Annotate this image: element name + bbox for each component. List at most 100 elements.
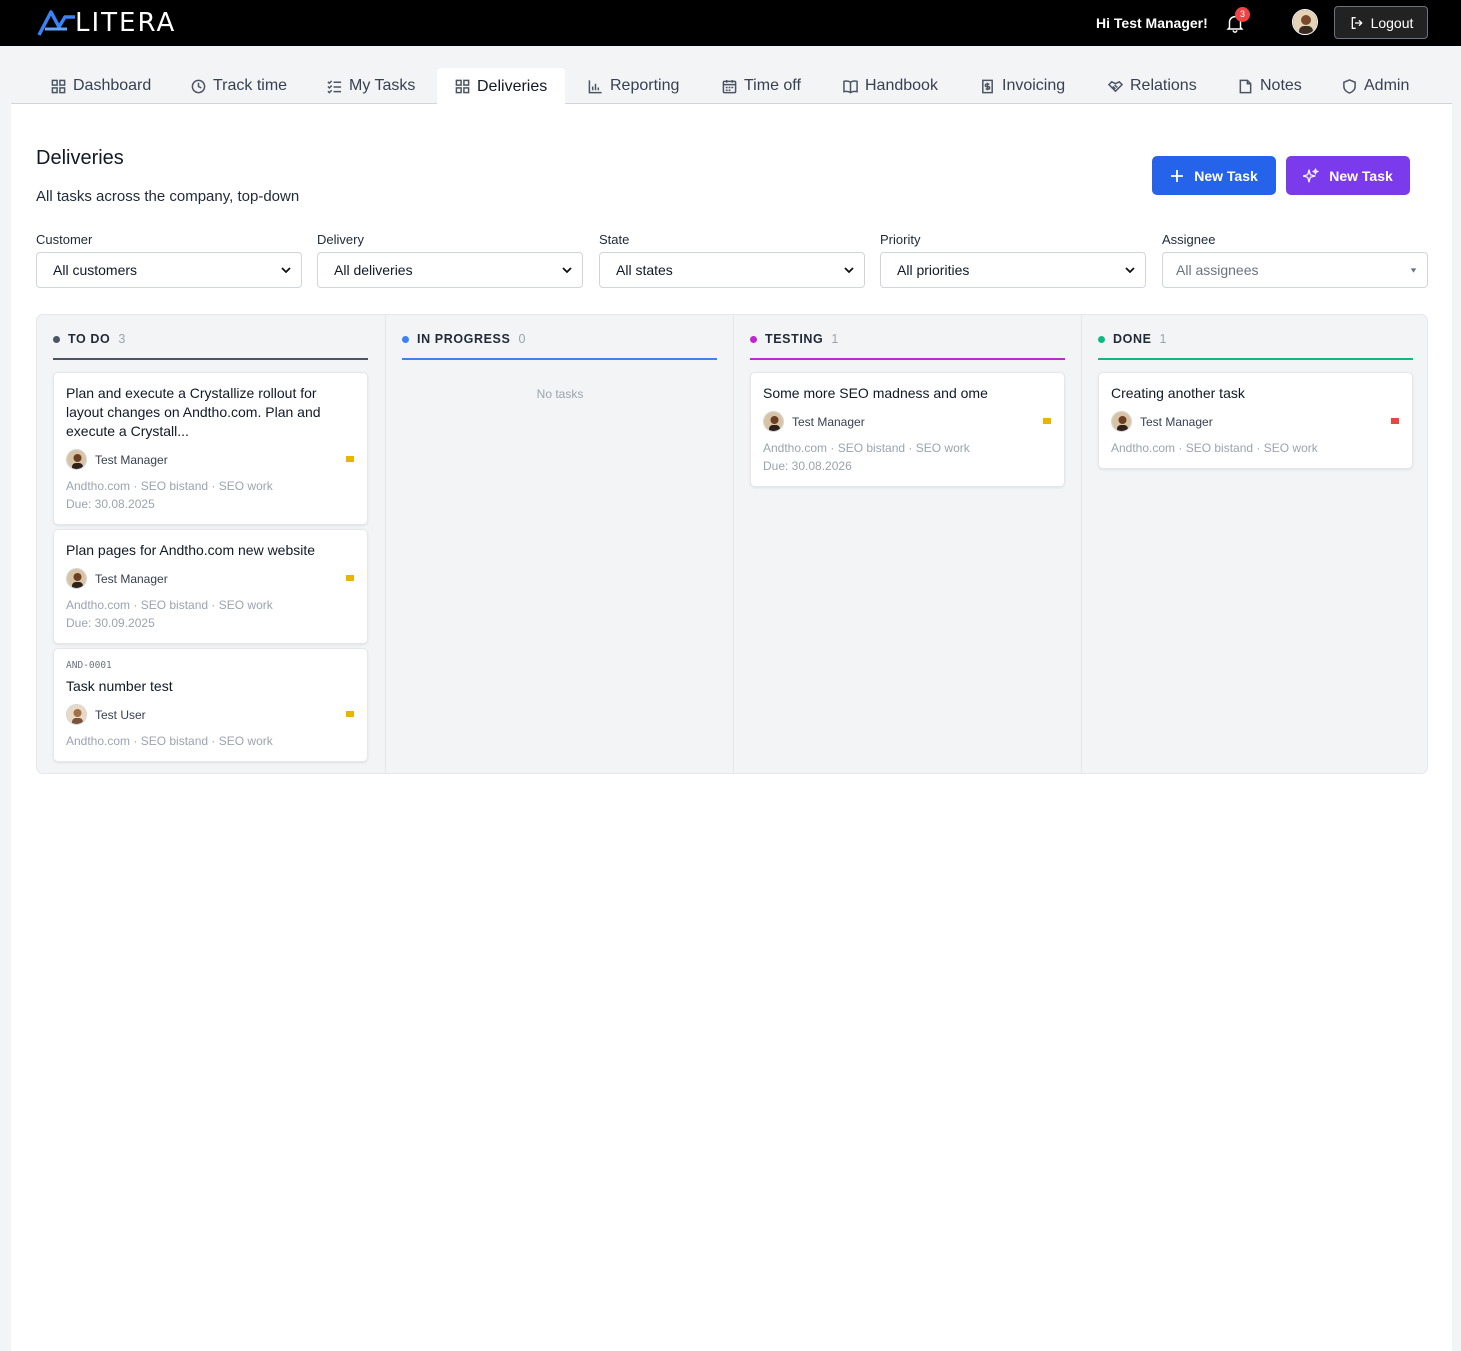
priority-select[interactable]: All priorities	[880, 252, 1146, 288]
task-card[interactable]: Creating another task Test Manager Andth…	[1098, 372, 1413, 469]
assignee: Test Manager	[66, 568, 168, 589]
main-panel: Deliveries All tasks across the company,…	[11, 104, 1452, 1351]
tab-label: Notes	[1260, 77, 1302, 94]
sparkles-icon	[1303, 167, 1319, 183]
column-title: DONE	[1113, 332, 1152, 346]
task-meta: Andtho.com · SEO bistand · SEO work Due:…	[763, 439, 1052, 475]
task-title: Some more SEO madness and ome	[763, 385, 988, 401]
task-path: Andtho.com · SEO bistand · SEO work	[66, 479, 273, 493]
assignee-name: Test User	[95, 707, 146, 722]
task-meta: Andtho.com · SEO bistand · SEO work Due:…	[66, 596, 355, 632]
assignee-name: Test Manager	[95, 571, 168, 586]
tab-handbook[interactable]: Handbook	[843, 68, 938, 104]
filter-label: State	[599, 232, 630, 247]
tab-dashboard[interactable]: Dashboard	[51, 68, 151, 104]
filter-label: Assignee	[1162, 232, 1216, 247]
delivery-filter: Delivery All deliveries	[317, 232, 583, 288]
state-select[interactable]: All states	[599, 252, 865, 288]
column-count: 3	[118, 332, 126, 346]
note-icon	[1239, 79, 1252, 93]
tab-relations[interactable]: Relations	[1108, 68, 1197, 104]
list-check-icon	[327, 79, 342, 94]
task-assignee-row: Test Manager	[763, 411, 1052, 432]
chevron-down-icon	[1125, 267, 1135, 274]
assignee: Test Manager	[763, 411, 865, 432]
page-subtitle: All tasks across the company, top-down	[36, 188, 300, 205]
filter-label: Delivery	[317, 232, 364, 247]
task-card[interactable]: Some more SEO madness and ome Test Manag…	[750, 372, 1065, 487]
assignee: Test Manager	[1111, 411, 1213, 432]
column-header: IN PROGRESS 0	[402, 332, 717, 360]
grid-icon	[51, 79, 66, 93]
task-title: Creating another task	[1111, 385, 1245, 401]
task-card[interactable]: Plan pages for Andtho.com new website Te…	[53, 529, 368, 644]
task-path: Andtho.com · SEO bistand · SEO work	[66, 734, 273, 748]
new-task-label: New Task	[1194, 167, 1258, 184]
logout-icon	[1351, 16, 1363, 29]
task-meta: Andtho.com · SEO bistand · SEO work	[66, 732, 355, 750]
tab-deliveries[interactable]: Deliveries	[437, 68, 565, 105]
tab-label: Admin	[1364, 77, 1410, 94]
priority-flag-icon	[346, 710, 354, 717]
logout-button[interactable]: Logout	[1334, 6, 1428, 39]
task-title: Plan and execute a Crystallize rollout f…	[66, 385, 321, 439]
assignee-name: Test Manager	[792, 414, 865, 429]
task-meta: Andtho.com · SEO bistand · SEO work Due:…	[66, 477, 355, 513]
select-placeholder: All assignees	[1176, 262, 1259, 278]
delivery-select[interactable]: All deliveries	[317, 252, 583, 288]
avatar	[66, 704, 87, 725]
assignee-filter: Assignee All assignees	[1162, 232, 1428, 288]
select-value: All deliveries	[334, 262, 413, 278]
task-card[interactable]: AND-0001 Task number test Test User Andt…	[53, 648, 368, 762]
tab-label: Invoicing	[1002, 77, 1066, 94]
logo-text: LITERA	[75, 8, 177, 38]
priority-flag-icon	[1391, 417, 1399, 424]
assignee-name: Test Manager	[1140, 414, 1213, 429]
task-card[interactable]: Plan and execute a Crystallize rollout f…	[53, 372, 368, 525]
task-assignee-row: Test Manager	[66, 449, 355, 470]
tab-label: Reporting	[610, 77, 680, 94]
top-bar: LITERA Hi Test Manager! 3 Logout	[0, 0, 1461, 46]
tab-invoicing[interactable]: Invoicing	[980, 68, 1065, 104]
chevron-down-icon	[844, 267, 854, 274]
avatar	[763, 411, 784, 432]
handshake-icon	[1108, 80, 1123, 92]
caret-down-icon	[1410, 267, 1417, 273]
app-logo[interactable]: LITERA	[37, 7, 176, 39]
task-code: AND-0001	[66, 660, 112, 671]
status-dot	[53, 336, 60, 343]
column-testing: TESTING 1 Some more SEO madness and ome …	[733, 315, 1081, 773]
task-assignee-row: Test User	[66, 704, 355, 725]
select-value: All states	[616, 262, 673, 278]
select-value: All customers	[53, 262, 138, 278]
tab-track-time[interactable]: Track time	[191, 68, 287, 104]
tab-label: Handbook	[865, 77, 938, 94]
column-header: TESTING 1	[750, 332, 1065, 360]
priority-flag-icon	[346, 455, 354, 462]
status-dot	[402, 336, 409, 343]
logout-label: Logout	[1370, 14, 1414, 31]
task-due-date: Due: 30.09.2025	[66, 616, 155, 630]
column-title: IN PROGRESS	[417, 332, 511, 346]
task-path: Andtho.com · SEO bistand · SEO work	[1111, 441, 1318, 455]
customer-select[interactable]: All customers	[36, 252, 302, 288]
tab-label: Time off	[744, 77, 801, 94]
task-path: Andtho.com · SEO bistand · SEO work	[763, 441, 970, 455]
tab-my-tasks[interactable]: My Tasks	[327, 68, 415, 104]
new-task-button[interactable]: New Task	[1152, 156, 1276, 195]
user-avatar[interactable]	[1292, 9, 1318, 35]
bar-chart-icon	[588, 79, 602, 93]
tab-notes[interactable]: Notes	[1238, 68, 1302, 104]
assignee: Test Manager	[66, 449, 168, 470]
new-task-ai-button[interactable]: New Task	[1286, 156, 1410, 195]
customer-filter: Customer All customers	[36, 232, 302, 288]
tab-admin[interactable]: Admin	[1342, 68, 1409, 104]
select-value: All priorities	[897, 262, 970, 278]
tab-time-off[interactable]: Time off	[722, 68, 801, 104]
tab-reporting[interactable]: Reporting	[588, 68, 679, 104]
task-path: Andtho.com · SEO bistand · SEO work	[66, 598, 273, 612]
filter-label: Priority	[880, 232, 921, 247]
assignee-name: Test Manager	[95, 452, 168, 467]
book-icon	[843, 79, 858, 94]
assignee-select[interactable]: All assignees	[1162, 252, 1428, 288]
